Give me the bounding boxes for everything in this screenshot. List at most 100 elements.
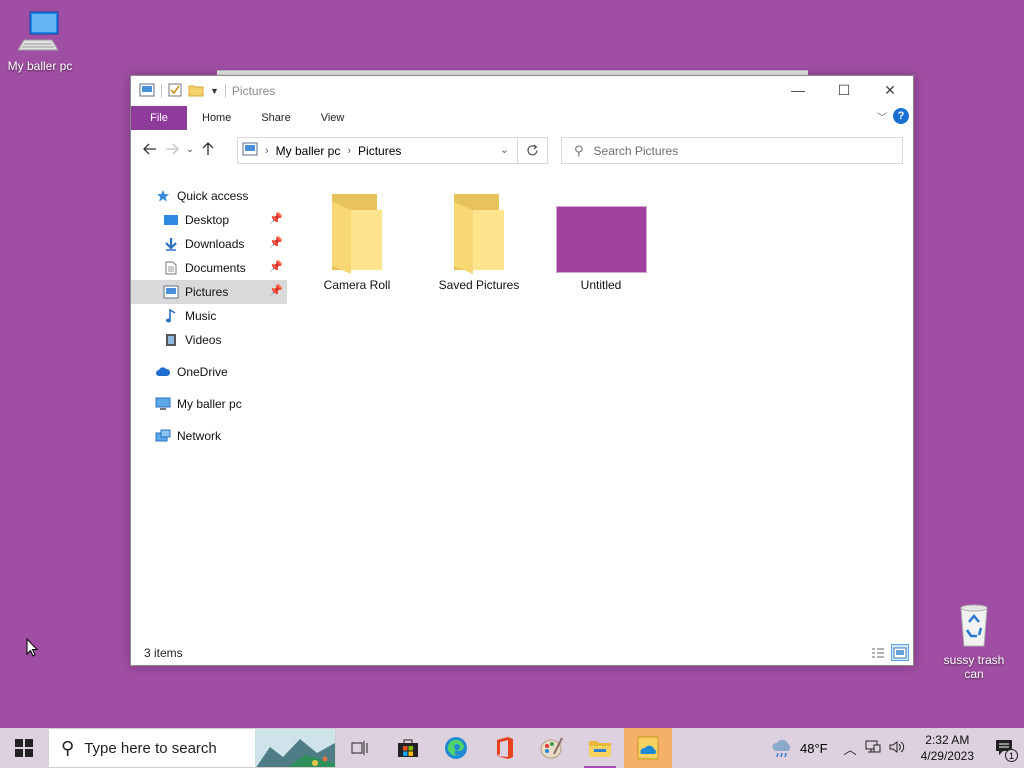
breadcrumb-my-baller-pc[interactable]: My baller pc: [276, 144, 341, 158]
sidebar-item-label: My baller pc: [177, 397, 242, 411]
search-icon: ⚲: [574, 142, 584, 158]
breadcrumb-pictures[interactable]: Pictures: [358, 144, 401, 158]
sidebar-item-label: Music: [185, 309, 217, 323]
taskbar-search-placeholder: Type here to search: [84, 739, 217, 757]
navigation-bar: ⌄ › My baller pc › Pictures ⌄ ⚲ Search P…: [131, 130, 913, 168]
folder-icon: [424, 186, 534, 274]
window-icon: [139, 83, 155, 100]
properties-icon[interactable]: [168, 83, 182, 100]
sidebar-item-label: Downloads: [185, 237, 245, 251]
show-hidden-icons-chevron-icon[interactable]: ︿: [844, 739, 857, 758]
task-view-icon: [351, 741, 368, 755]
paint-button[interactable]: [528, 728, 576, 768]
star-icon: [155, 188, 171, 204]
pin-icon: 📌: [269, 213, 283, 225]
folder-icon: [302, 186, 412, 274]
photos-button[interactable]: [624, 728, 672, 768]
expand-ribbon-chevron-icon[interactable]: ﹀: [877, 109, 887, 124]
weather-widget[interactable]: 48°F: [760, 738, 838, 758]
desktop-icon-label: sussy trash can: [943, 653, 1005, 681]
network-status-icon[interactable]: [865, 740, 881, 757]
action-center-button[interactable]: 1: [984, 728, 1024, 768]
desktop-icon-label: My baller pc: [7, 59, 73, 73]
new-folder-icon[interactable]: [188, 83, 204, 100]
microsoft-store-button[interactable]: [384, 728, 432, 768]
tab-file[interactable]: File: [131, 106, 187, 130]
item-name: Saved Pictures: [438, 278, 520, 292]
clock[interactable]: 2:32 AM 4/29/2023: [911, 732, 984, 764]
task-view-button[interactable]: [336, 728, 384, 768]
paint-palette-icon: [540, 737, 563, 759]
sidebar-item-downloads[interactable]: Downloads 📌: [131, 232, 287, 256]
customize-qat-chevron-icon[interactable]: ▼: [210, 86, 219, 96]
sidebar-item-label: Desktop: [185, 213, 230, 227]
clock-time: 2:32 AM: [925, 733, 970, 747]
sidebar-item-label: Videos: [185, 333, 222, 347]
file-explorer-button[interactable]: [576, 728, 624, 768]
sidebar-item-label: OneDrive: [177, 365, 228, 379]
weather-rain-icon: [772, 739, 791, 758]
sidebar-item-label: Network: [177, 429, 222, 443]
recent-locations-chevron-icon[interactable]: ⌄: [183, 138, 197, 160]
tab-home[interactable]: Home: [187, 106, 246, 130]
clock-date: 4/29/2023: [920, 749, 974, 763]
item-count: 3 items: [144, 646, 183, 660]
tab-view[interactable]: View: [306, 106, 360, 130]
title-bar: ▼ Pictures — ☐ ✕: [131, 76, 913, 106]
file-explorer-window: ▼ Pictures — ☐ ✕ File Home Share View ﹀ …: [130, 75, 914, 666]
pin-icon: 📌: [269, 285, 283, 297]
address-history-chevron-icon[interactable]: ⌄: [500, 143, 509, 156]
windows-logo-icon: [15, 739, 33, 757]
sidebar-item-quick-access[interactable]: Quick access: [131, 184, 287, 208]
download-arrow-icon: [163, 236, 179, 252]
edge-button[interactable]: [432, 728, 480, 768]
forward-button[interactable]: [161, 138, 183, 160]
refresh-button[interactable]: [518, 137, 548, 164]
minimize-button[interactable]: —: [775, 76, 821, 104]
recycle-bin-icon: [934, 602, 1014, 651]
maximize-button[interactable]: ☐: [821, 76, 867, 104]
ribbon-tabs: File Home Share View ﹀ ?: [131, 106, 913, 130]
help-button[interactable]: ?: [893, 108, 909, 124]
edge-icon: [445, 737, 467, 759]
breadcrumb-separator-icon: ›: [265, 144, 269, 157]
sidebar-item-desktop[interactable]: Desktop 📌: [131, 208, 287, 232]
image-item-untitled[interactable]: Untitled: [546, 186, 656, 292]
image-thumbnail: [546, 186, 656, 274]
sidebar-item-music[interactable]: Music: [131, 304, 287, 328]
photos-icon: [637, 736, 659, 760]
sidebar-item-this-pc[interactable]: My baller pc: [131, 392, 287, 416]
large-icons-view-button[interactable]: [891, 644, 909, 661]
tab-share[interactable]: Share: [246, 106, 305, 130]
cloud-icon: [155, 364, 171, 380]
window-title: Pictures: [231, 84, 276, 98]
pictures-location-icon: [242, 142, 258, 159]
mouse-cursor-icon: [26, 637, 39, 660]
desktop-icon-recycle-bin[interactable]: sussy trash can: [934, 602, 1014, 681]
office-button[interactable]: [480, 728, 528, 768]
taskbar-search-input[interactable]: ⚲ Type here to search: [48, 728, 336, 768]
sidebar-item-label: Quick access: [177, 189, 249, 203]
network-icon: [155, 428, 171, 444]
sidebar-item-network[interactable]: Network: [131, 424, 287, 448]
address-bar[interactable]: › My baller pc › Pictures ⌄: [237, 137, 518, 164]
details-view-button[interactable]: [869, 644, 887, 661]
folder-item-camera-roll[interactable]: Camera Roll: [302, 186, 412, 292]
desktop-folder-icon: [163, 212, 179, 228]
sidebar-item-documents[interactable]: Documents 📌: [131, 256, 287, 280]
desktop-icon-my-baller-pc[interactable]: My baller pc: [0, 8, 80, 73]
back-button[interactable]: [139, 138, 161, 160]
start-button[interactable]: [0, 728, 48, 768]
volume-icon[interactable]: [889, 740, 905, 757]
computer-icon: [155, 396, 171, 412]
close-button[interactable]: ✕: [867, 76, 913, 104]
up-button[interactable]: [197, 138, 219, 160]
search-input[interactable]: ⚲ Search Pictures: [561, 137, 903, 164]
search-placeholder: Search Pictures: [593, 143, 679, 158]
sidebar-item-onedrive[interactable]: OneDrive: [131, 360, 287, 384]
sidebar-item-label: Documents: [185, 261, 246, 275]
sidebar-item-label: Pictures: [185, 285, 229, 299]
folder-item-saved-pictures[interactable]: Saved Pictures: [424, 186, 534, 292]
sidebar-item-pictures[interactable]: Pictures 📌: [131, 280, 287, 304]
sidebar-item-videos[interactable]: Videos: [131, 328, 287, 352]
